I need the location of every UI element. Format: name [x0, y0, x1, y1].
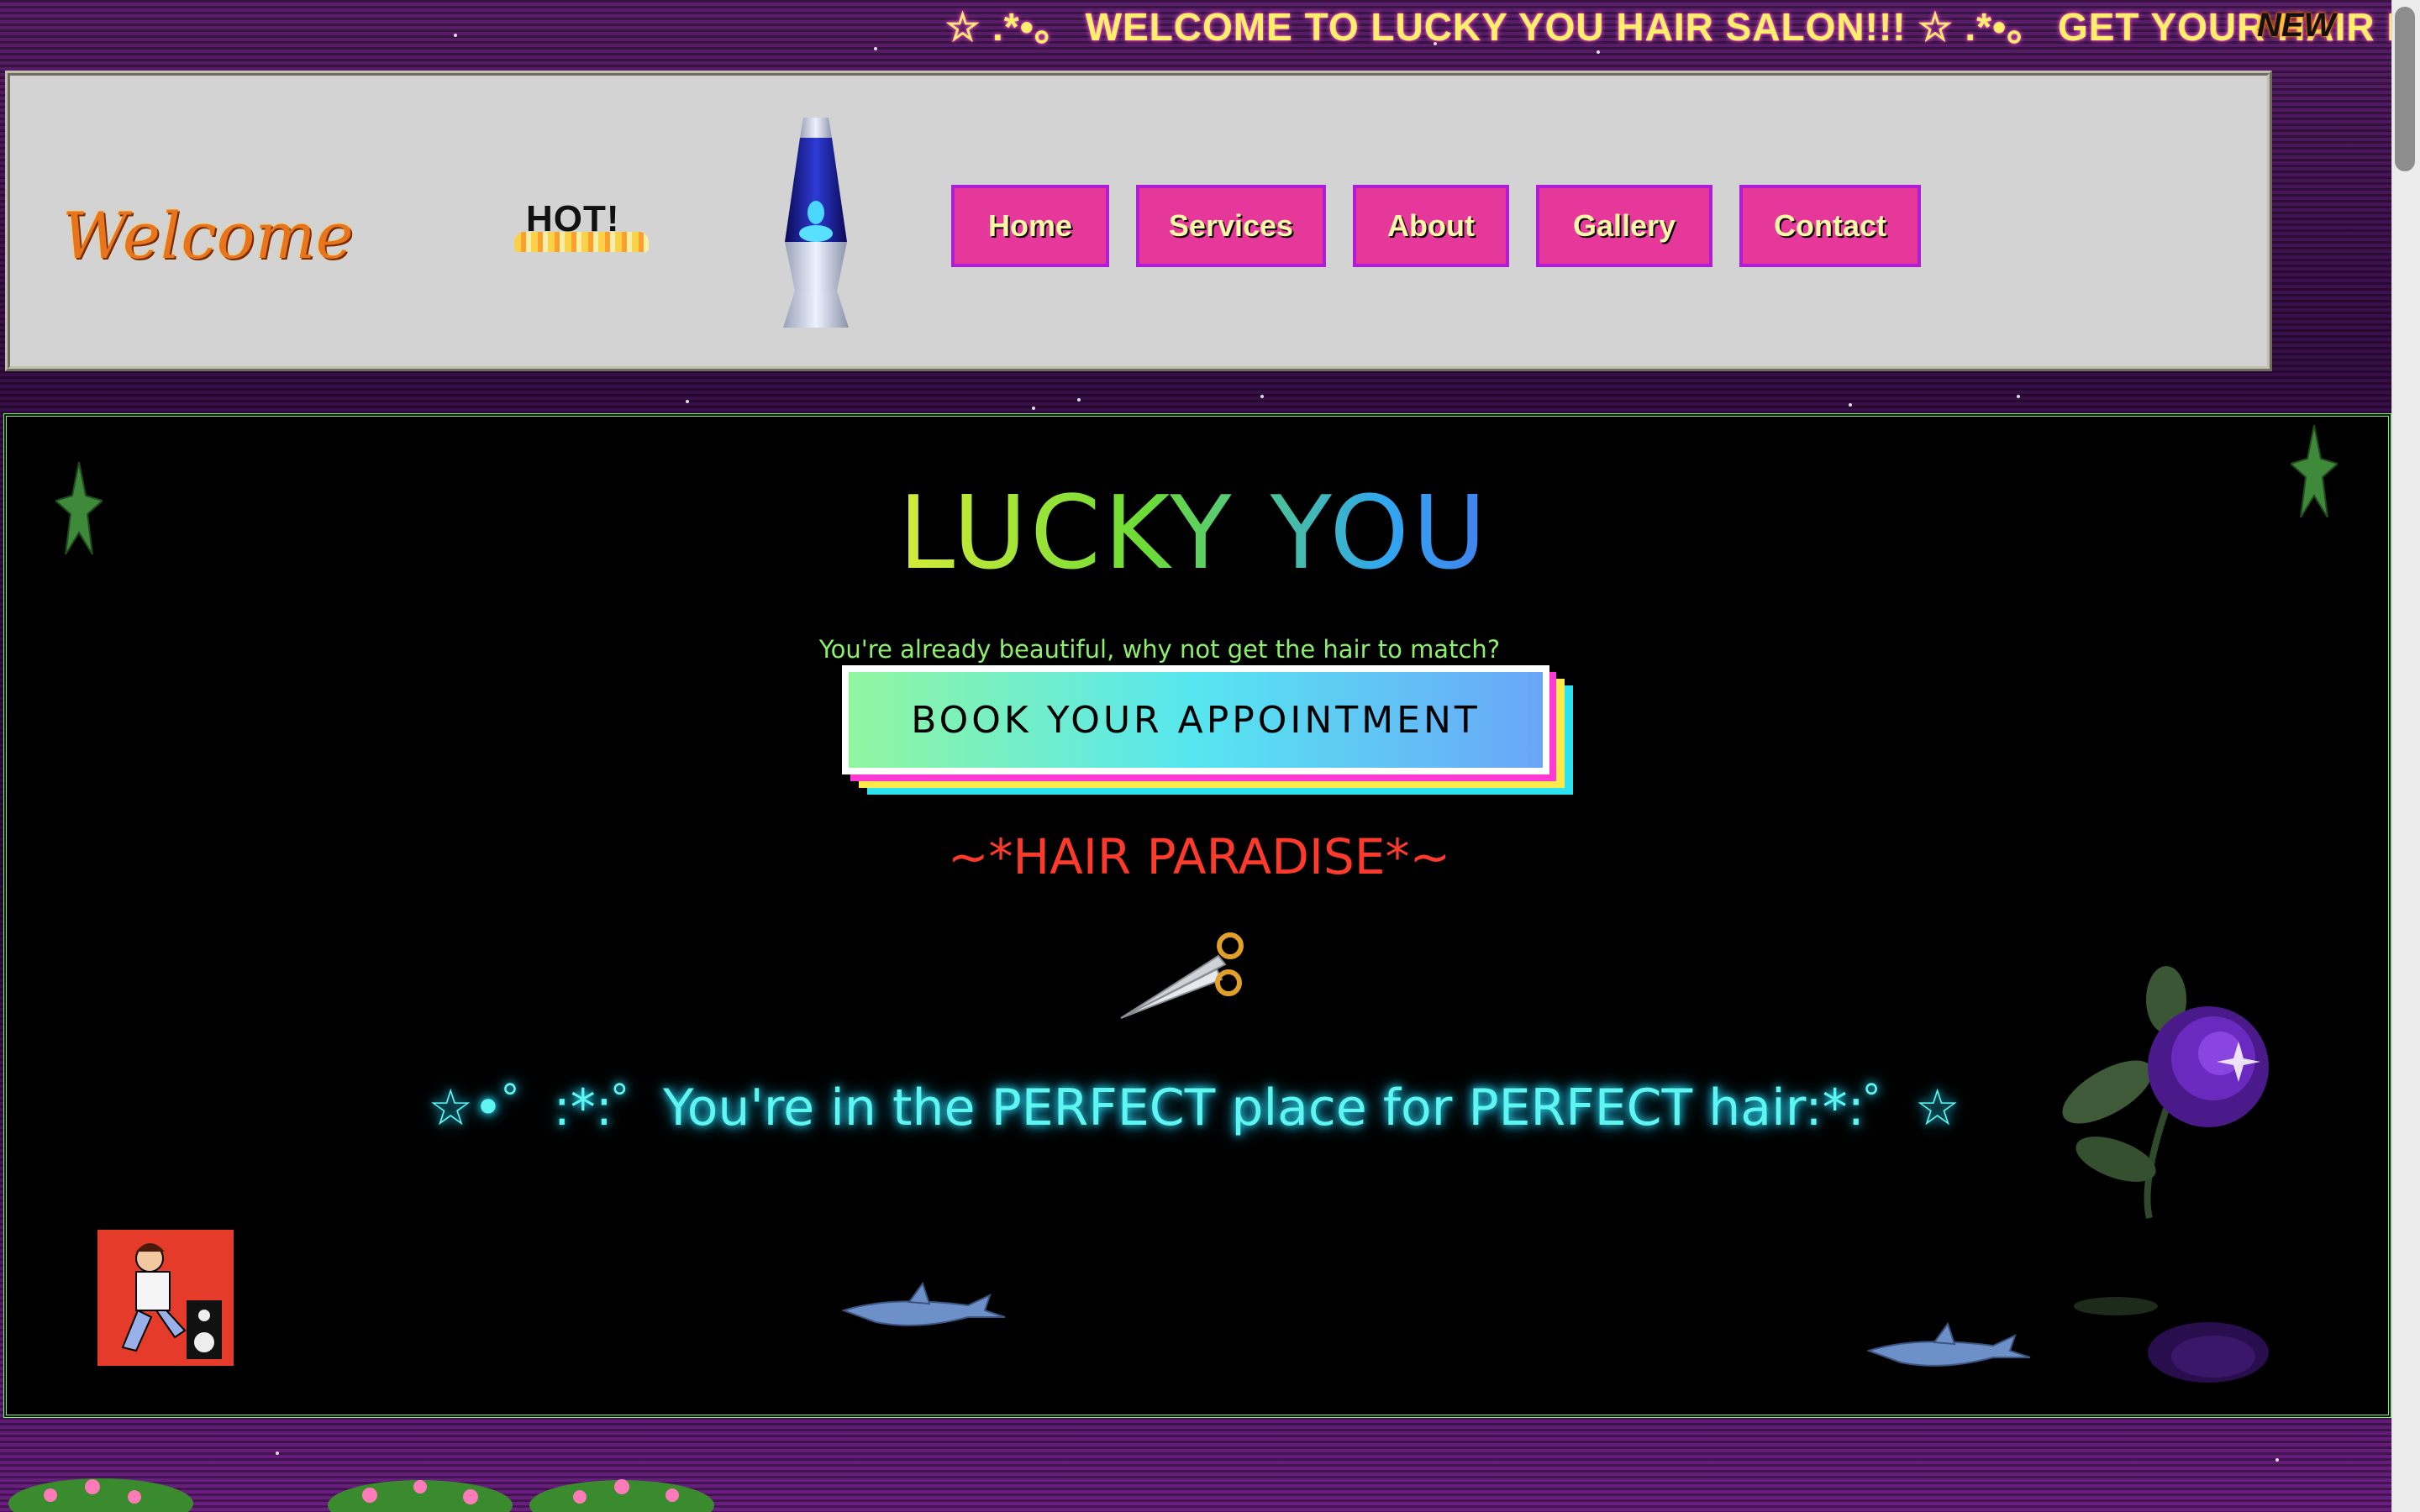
shark-icon [1867, 1321, 2031, 1367]
tagline: You're already beautiful, why not get th… [818, 635, 1501, 664]
salon-title: LUCKY YOU [0, 475, 2388, 592]
scrollbar-thumb[interactable] [2395, 7, 2415, 171]
marquee-text: ☆ .*•。 WELCOME TO LUCKY YOU HAIR SALON!!… [945, 5, 2420, 49]
nav-home-button[interactable]: Home [951, 185, 1109, 267]
background-star-dot [1077, 398, 1081, 402]
welcome-marquee: ☆ .*•。 WELCOME TO LUCKY YOU HAIR SALON!!… [0, 0, 2420, 67]
nav-about-button[interactable]: About [1353, 185, 1509, 267]
lava-lamp-icon [783, 118, 849, 328]
flower-border [8, 1478, 714, 1512]
background-star-dot [1260, 395, 1264, 398]
shark-icon [842, 1281, 1006, 1326]
background-star-dot [1849, 403, 1852, 407]
perfect-hair-text: ☆•゜:*:゜You're in the PERFECT place for P… [428, 1079, 1960, 1137]
new-badge: NEW [2257, 7, 2336, 44]
welcome-logo: Welcome [62, 198, 354, 273]
book-appointment-button[interactable]: BOOK YOUR APPOINTMENT [842, 665, 1549, 774]
header-panel: Welcome HOT! Home Services About Gallery… [5, 71, 2272, 371]
star-icon [55, 462, 103, 554]
nav-services-button[interactable]: Services [1136, 185, 1326, 267]
dancer-icon [97, 1230, 234, 1366]
scissors-icon [1120, 932, 1244, 1019]
book-appointment-group: BOOK YOUR APPOINTMENT [842, 665, 1573, 806]
hair-paradise-heading: ~*HAIR PARADISE*~ [947, 828, 1451, 885]
rose-icon [2062, 966, 2269, 1383]
nav-gallery-button[interactable]: Gallery [1536, 185, 1712, 267]
page-scrollbar[interactable] [2391, 0, 2420, 1512]
background-star-dot [1032, 407, 1035, 410]
nav-contact-button[interactable]: Contact [1739, 185, 1921, 267]
background-star-dot [276, 1452, 279, 1455]
hot-badge: HOT! [514, 198, 649, 252]
star-icon [2291, 425, 2338, 517]
background-star-dot [686, 400, 689, 403]
background-star-dot [2017, 395, 2020, 398]
flame-icon [514, 232, 649, 252]
